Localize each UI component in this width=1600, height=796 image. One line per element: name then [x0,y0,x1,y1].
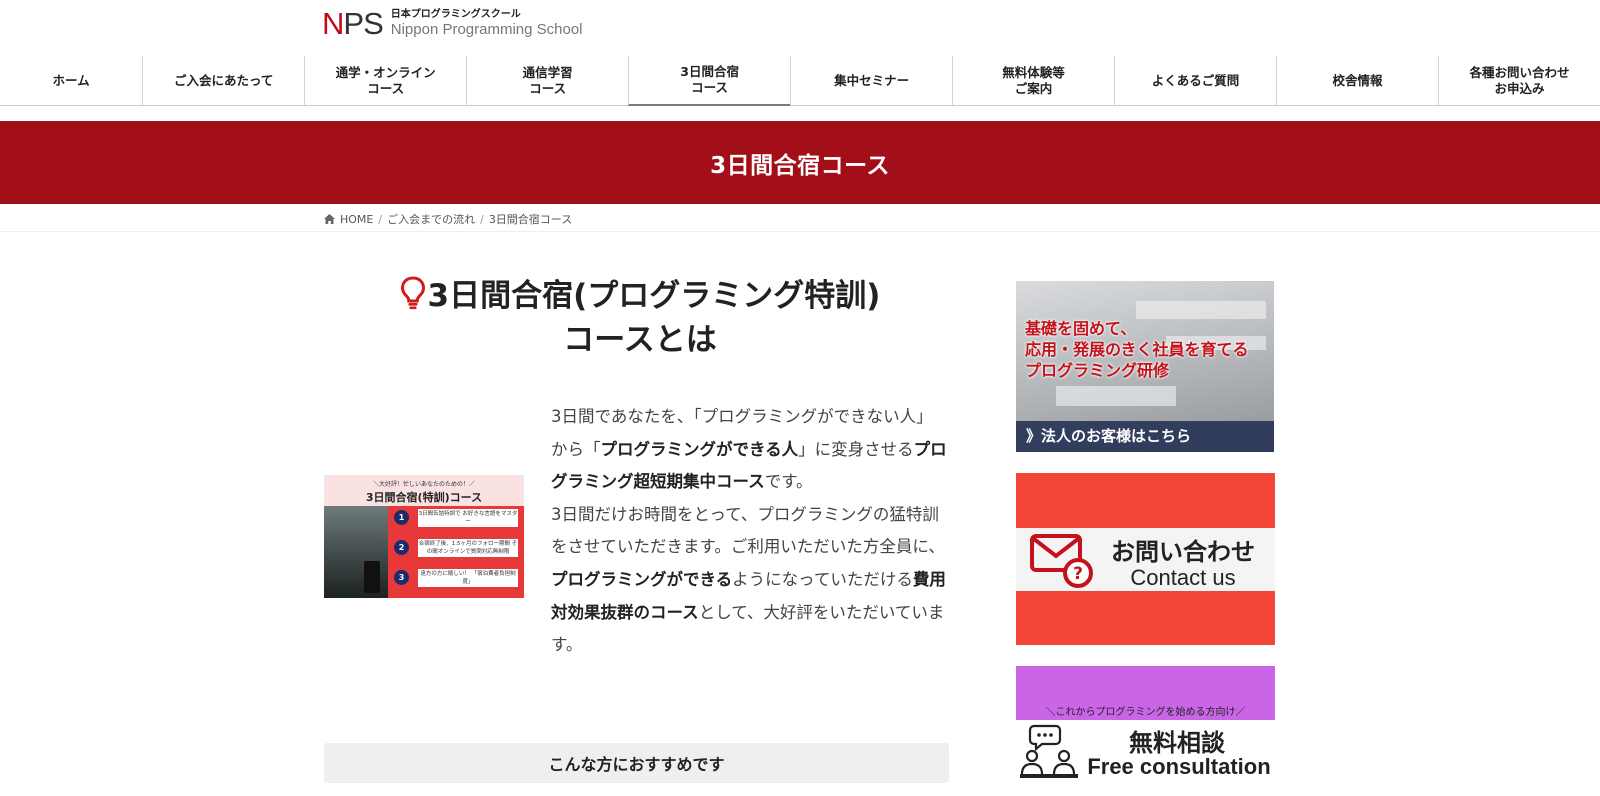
site-logo[interactable]: NPS 日本プログラミングスクール Nippon Programming Sch… [322,8,583,39]
logo-mark-n: N [322,6,344,41]
consult-tagline: ＼これからプログラミングを始める方向け／ [1045,707,1246,718]
corporate-banner-link[interactable]: 》法人のお客様はこちら [1016,421,1274,452]
consultation-people-icon [1018,724,1080,790]
free-consultation-banner[interactable]: ＼これからプログラミングを始める方向け／ 無料相談 Free consultat… [1016,666,1275,796]
logo-en: Nippon Programming School [390,21,583,38]
thumbnail-feature: 合宿終了後、1.5ヶ月のフォロー期間 その間オンラインで質問対応無制限 [418,539,518,557]
recommend-heading: こんな方におすすめです [324,743,949,783]
contact-title-en: Contact us [1130,565,1236,590]
mail-question-icon: ? [1030,532,1096,592]
logo-text: 日本プログラミングスクール Nippon Programming School [391,9,583,38]
intro-emphasis: プログラミングができる人 [600,439,799,459]
logo-mark: NPS [322,6,384,41]
section-heading-line1: 3日間合宿(プログラミング特訓) [427,278,881,314]
nav-item-free-trial[interactable]: 無料体験等 ご案内 [952,56,1114,105]
site-header: NPS 日本プログラミングスクール Nippon Programming Sch… [0,0,1600,56]
breadcrumb-current: 3日間合宿コース [488,213,573,226]
thumbnail-tagline: ＼大好評！忙しいあなたのための！／ [372,481,475,488]
page-title: 3日間合宿コース [710,152,890,179]
nav-item-campus[interactable]: 校舎情報 [1276,56,1438,105]
nav-item-home[interactable]: ホーム [0,56,142,105]
logo-mark-ps: PS [343,6,383,41]
nav-item-admission[interactable]: ご入会にあたって [142,56,304,105]
course-intro-text: 3日間であなたを、「プログラミングができない人」から「プログラミングができる人」… [551,401,949,662]
corporate-line-3: プログラミング研修 [1025,361,1170,380]
intro-text: 3日間だけお時間をとって、プログラミングの猛特訓をさせていただきます。ご利用いた… [551,504,945,557]
logo-jp: 日本プログラミングスクール [390,9,521,20]
thumbnail-feature-list: 1 3日間缶詰特訓で お好きな言語をマスター 2 合宿終了後、1.5ヶ月のフォロ… [388,506,524,598]
lightbulb-icon [400,276,426,320]
page-title-banner: 3日間合宿コース [0,121,1600,204]
breadcrumb-flow-link[interactable]: ご入会までの流れ [387,211,475,227]
thumbnail-feature: 遠方の方に嬉しい！ 「宿泊費者負担制度」 [418,569,518,587]
thumbnail-feature: 3日間缶詰特訓で お好きな言語をマスター [418,509,518,527]
global-nav: ホーム ご入会にあたって 通学・オンライン コース 通信学習 コース 3日間合宿… [0,56,1600,106]
intro-text: 」に変身させる [798,439,914,459]
nav-item-seminar[interactable]: 集中セミナー [790,56,952,105]
section-heading: 3日間合宿(プログラミング特訓) コースとは [370,276,910,360]
consult-title-jp: 無料相談 [1129,729,1225,757]
home-icon [324,214,335,224]
thumbnail-number: 1 [394,510,409,525]
corporate-line-1: 基礎を固めて、 [1025,319,1137,338]
breadcrumb: HOME / ご入会までの流れ / 3日間合宿コース [0,204,1600,232]
intro-paragraph-2: 3日間だけお時間をとって、プログラミングの猛特訓をさせていただきます。ご利用いた… [551,499,949,662]
nav-item-faq[interactable]: よくあるご質問 [1114,56,1276,105]
intro-paragraph-1: 3日間であなたを、「プログラミングができない人」から「プログラミングができる人」… [551,401,949,499]
thumbnail-photo [324,506,388,598]
corporate-banner-text: 基礎を固めて、 応用・発展のきく社員を育てる プログラミング研修 [1025,318,1249,381]
nav-item-online-course[interactable]: 通学・オンライン コース [304,56,466,105]
course-thumbnail-image: ＼大好評！忙しいあなたのための！／ 3日間合宿(特訓)コース 1 3日間缶詰特訓… [324,475,524,598]
contact-banner-band: ? お問い合わせ Contact us [1016,528,1275,591]
thumbnail-number: 2 [394,540,409,555]
nav-item-correspondence-course[interactable]: 通信学習 コース [466,56,628,105]
intro-text: です。 [764,472,813,492]
nav-item-camp-course[interactable]: 3日間合宿 コース [628,56,791,106]
svg-text:?: ? [1073,564,1083,584]
breadcrumb-separator: / [378,212,383,226]
intro-emphasis: プログラミングができる [551,569,733,589]
thumbnail-title: 3日間合宿(特訓)コース [365,491,483,504]
contact-title-jp: お問い合わせ [1111,538,1255,566]
section-heading-line2: コースとは [563,322,717,358]
corporate-line-2: 応用・発展のきく社員を育てる [1025,340,1249,359]
thumbnail-number: 3 [394,570,409,585]
consult-title-en: Free consultation [1087,754,1271,779]
breadcrumb-separator: / [480,212,484,226]
consult-banner-band: 無料相談 Free consultation [1016,720,1275,796]
nav-item-contact[interactable]: 各種お問い合わせ お申込み [1437,56,1600,105]
contact-banner[interactable]: ? お問い合わせ Contact us [1016,473,1275,645]
intro-text: ようになっていただける [732,569,913,589]
breadcrumb-home-link[interactable]: HOME [340,213,373,226]
corporate-training-banner[interactable]: 基礎を固めて、 応用・発展のきく社員を育てる プログラミング研修 》法人のお客様… [1016,281,1274,452]
